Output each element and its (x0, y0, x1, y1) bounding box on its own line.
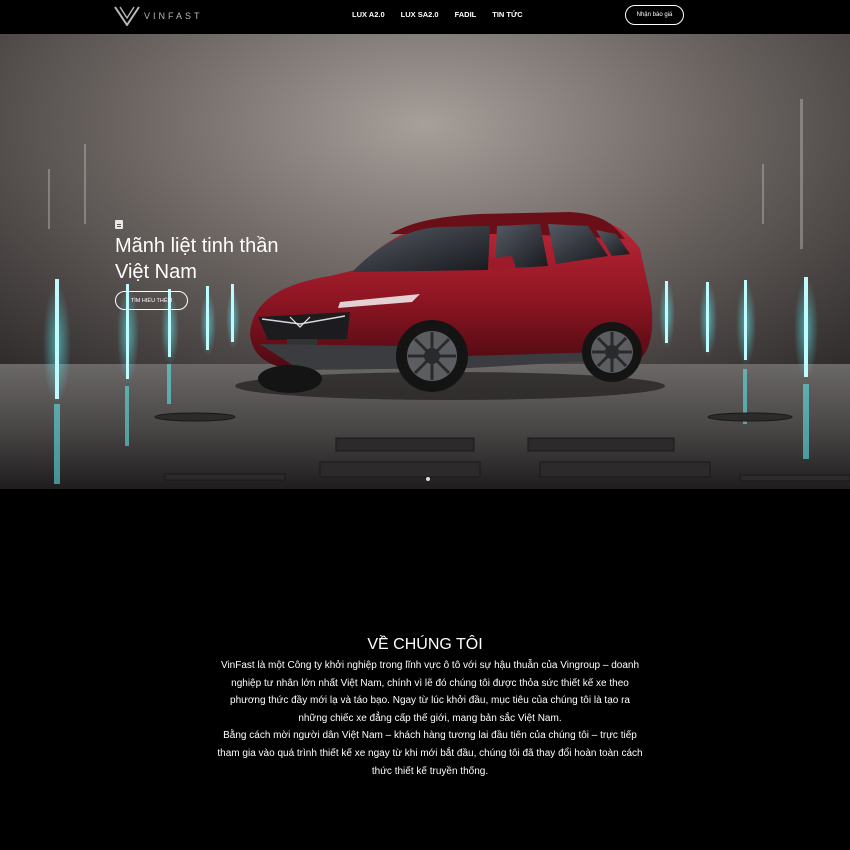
main-nav: LUX A2.0 LUX SA2.0 FADIL TIN TỨC (352, 10, 523, 19)
nav-fadil[interactable]: FADIL (455, 10, 477, 19)
hero-banner: Mãnh liệt tinh thần Việt Nam TÌM HIỂU TH… (0, 34, 850, 489)
about-paragraph-2: Bằng cách mời người dân Việt Nam – khách… (217, 730, 643, 777)
about-title: VỀ CHÚNG TÔI (367, 636, 483, 653)
about-body: VinFast là một Công ty khởi nghiệp trong… (215, 657, 645, 780)
vinfast-logo[interactable]: VINFAST (114, 5, 203, 27)
nav-news[interactable]: TIN TỨC (492, 10, 522, 19)
learn-more-button[interactable]: TÌM HIỂU THÊM (115, 291, 188, 310)
nav-lux-a20[interactable]: LUX A2.0 (352, 10, 385, 19)
slider-dot-active[interactable] (426, 477, 430, 481)
about-section: VỀ CHÚNG TÔI VinFast là một Công ty khởi… (0, 489, 850, 850)
about-paragraph-1: VinFast là một Công ty khởi nghiệp trong… (220, 660, 640, 724)
document-icon (115, 220, 123, 229)
logo-text: VINFAST (144, 11, 203, 21)
nav-lux-sa20[interactable]: LUX SA2.0 (401, 10, 439, 19)
vinfast-logo-icon (114, 6, 140, 26)
site-header: VINFAST LUX A2.0 LUX SA2.0 FADIL TIN TỨC… (0, 0, 850, 34)
get-quote-button[interactable]: Nhận báo giá (625, 5, 684, 25)
hero-caption: Mãnh liệt tinh thần Việt Nam TÌM HIỂU TH… (115, 220, 315, 310)
hero-title: Mãnh liệt tinh thần Việt Nam (115, 235, 279, 283)
